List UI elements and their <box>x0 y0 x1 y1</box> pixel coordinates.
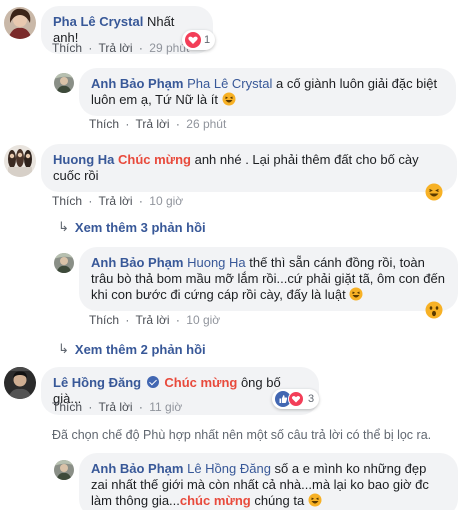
love-reaction-icon <box>185 32 201 48</box>
reply-time[interactable]: 26 phút <box>186 117 226 131</box>
like-link[interactable]: Thích <box>52 400 82 414</box>
separator: · <box>175 117 180 131</box>
like-link[interactable]: Thích <box>89 117 119 131</box>
laughing-emoji-icon <box>222 92 236 106</box>
reply-author[interactable]: Anh Bảo Phạm <box>91 461 183 476</box>
reply-link[interactable]: Trả lời <box>98 41 132 55</box>
avatar-anh-bao-pham[interactable] <box>54 460 74 480</box>
reply-bubble: Anh Bảo Phạm Pha Lê Crystal a cố giành l… <box>79 68 456 116</box>
reply-link[interactable]: Trả lời <box>135 313 169 327</box>
reply-time[interactable]: 10 giờ <box>186 313 220 327</box>
comment-actions: Thích · Trả lời · 11 giờ <box>52 400 182 414</box>
separator: · <box>88 400 93 414</box>
separator: · <box>125 313 130 327</box>
highlighted-phrase: chúc mừng <box>179 493 251 508</box>
like-link[interactable]: Thích <box>52 194 82 208</box>
separator: · <box>138 400 143 414</box>
view-more-replies-label[interactable]: Xem thêm 2 phản hồi <box>75 342 206 357</box>
reply-bubble: Anh Bảo Phạm Lê Hồng Đăng số a e mình ko… <box>79 453 458 510</box>
laughing-emoji-icon[interactable] <box>425 183 443 201</box>
highlighted-phrase: Chúc mừng <box>164 375 238 390</box>
comment-bubble: Huong Ha Chúc mừng anh nhé . Lại phải th… <box>41 144 457 192</box>
comment-author[interactable]: Lê Hồng Đăng <box>53 375 141 390</box>
surprised-emoji-icon[interactable] <box>425 301 443 319</box>
reply-mention[interactable]: Pha Lê Crystal <box>187 76 272 91</box>
reply-link[interactable]: Trả lời <box>98 194 132 208</box>
comment-time[interactable]: 11 giờ <box>149 400 182 414</box>
reply-arrow-icon: ↳ <box>58 341 69 356</box>
reply-link[interactable]: Trả lời <box>135 117 169 131</box>
reply-actions: Thích · Trả lời · 26 phút <box>89 117 226 131</box>
separator: · <box>125 117 130 131</box>
avatar-huong-ha[interactable] <box>4 145 36 177</box>
view-more-replies-label[interactable]: Xem thêm 3 phản hồi <box>75 220 206 235</box>
reaction-badge[interactable]: 3 <box>272 389 320 409</box>
comment-author[interactable]: Huong Ha <box>53 152 114 167</box>
reaction-count: 3 <box>308 393 315 405</box>
reply-arrow-icon: ↳ <box>58 219 69 234</box>
avatar-pha-le-crystal[interactable] <box>4 7 36 39</box>
avatar-le-hong-dang[interactable] <box>4 367 36 399</box>
separator: · <box>88 194 93 208</box>
reply-text-end: chúng ta <box>250 493 305 508</box>
separator: · <box>175 313 180 327</box>
comment-actions: Thích · Trả lời · 29 phút <box>52 41 189 55</box>
avatar-anh-bao-pham[interactable] <box>54 73 74 93</box>
love-reaction-icon <box>288 391 304 407</box>
comment-author[interactable]: Pha Lê Crystal <box>53 14 143 29</box>
reply-bubble: Anh Bảo Phạm Huong Ha thế thì sẵn cánh đ… <box>79 247 458 311</box>
reply-link[interactable]: Trả lời <box>98 400 132 414</box>
reply-mention[interactable]: Lê Hồng Đăng <box>187 461 271 476</box>
like-link[interactable]: Thích <box>52 41 82 55</box>
view-more-replies[interactable]: ↳ Xem thêm 3 phản hồi <box>58 219 206 235</box>
reply-mention[interactable]: Huong Ha <box>187 255 246 270</box>
highlighted-phrase: Chúc mừng <box>118 152 191 167</box>
separator: · <box>138 194 143 208</box>
reaction-count: 1 <box>204 34 211 46</box>
comment-time[interactable]: 10 giờ <box>149 194 183 208</box>
laughing-emoji-icon <box>349 287 363 301</box>
avatar-anh-bao-pham[interactable] <box>54 253 74 273</box>
filter-notice: Đã chọn chế độ Phù hợp nhất nên một số c… <box>52 428 432 442</box>
view-more-replies[interactable]: ↳ Xem thêm 2 phản hồi <box>58 341 206 357</box>
reaction-badge[interactable]: 1 <box>182 30 216 50</box>
reply-actions: Thích · Trả lời · 10 giờ <box>89 313 220 327</box>
comment-actions: Thích · Trả lời · 10 giờ <box>52 194 183 208</box>
separator: · <box>138 41 143 55</box>
verified-badge-icon <box>146 376 159 388</box>
reply-author[interactable]: Anh Bảo Phạm <box>91 76 183 91</box>
laughing-emoji-icon <box>308 493 322 507</box>
like-link[interactable]: Thích <box>89 313 119 327</box>
separator: · <box>88 41 93 55</box>
reply-author[interactable]: Anh Bảo Phạm <box>91 255 183 270</box>
